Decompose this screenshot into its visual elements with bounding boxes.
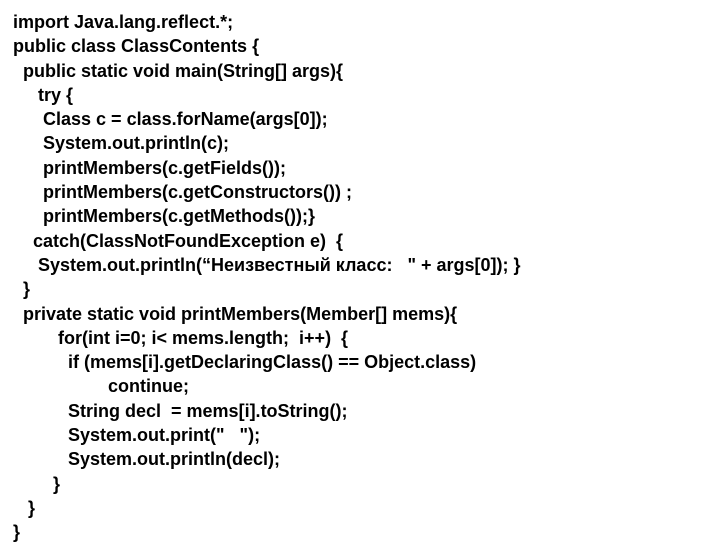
code-line: public class ClassContents { [8, 34, 712, 58]
code-line: System.out.println(decl); [8, 447, 712, 471]
code-line: } [8, 496, 712, 520]
code-block: import Java.lang.reflect.*; public class… [8, 10, 712, 545]
code-line: } [8, 520, 712, 544]
code-line: printMembers(c.getMethods());} [8, 204, 712, 228]
code-line: if (mems[i].getDeclaringClass() == Objec… [8, 350, 712, 374]
code-line: String decl = mems[i].toString(); [8, 399, 712, 423]
code-line: continue; [8, 374, 712, 398]
code-line: private static void printMembers(Member[… [8, 302, 712, 326]
code-line: } [8, 277, 712, 301]
code-line: catch(ClassNotFoundException e) { [8, 229, 712, 253]
code-line: System.out.print(" "); [8, 423, 712, 447]
code-line: printMembers(c.getConstructors()) ; [8, 180, 712, 204]
code-line: for(int i=0; i< mems.length; i++) { [8, 326, 712, 350]
code-line: System.out.println(“Неизвестный класс: "… [8, 253, 712, 277]
code-line: } [8, 472, 712, 496]
code-line: try { [8, 83, 712, 107]
code-line: printMembers(c.getFields()); [8, 156, 712, 180]
code-line: Class c = class.forName(args[0]); [8, 107, 712, 131]
code-line: public static void main(String[] args){ [8, 59, 712, 83]
code-line: import Java.lang.reflect.*; [8, 10, 712, 34]
code-line: System.out.println(c); [8, 131, 712, 155]
